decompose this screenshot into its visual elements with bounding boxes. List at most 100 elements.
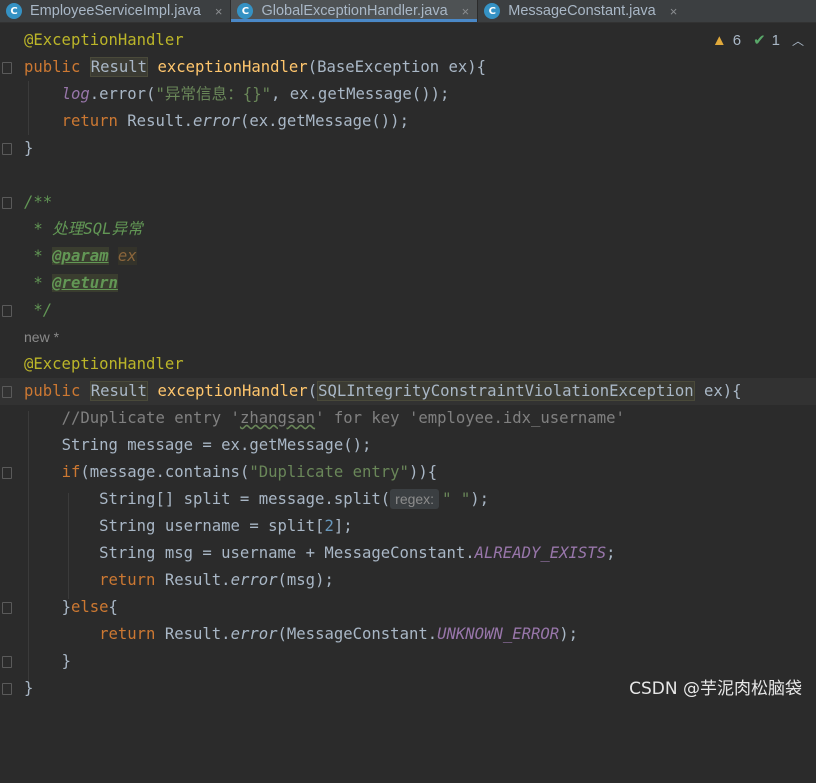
method-name: exceptionHandler	[157, 58, 308, 76]
keyword: return	[61, 112, 118, 130]
watermark: CSDN @芋泥肉松脑袋	[629, 679, 802, 699]
code-text: Result.	[155, 625, 231, 643]
code-text: (MessageConstant.	[277, 625, 438, 643]
code-line[interactable]: return Result.error(MessageConstant.UNKN…	[0, 621, 816, 648]
code-text: }	[61, 652, 71, 670]
fold-marker-icon[interactable]	[2, 602, 12, 614]
doc-tag: @return	[52, 274, 118, 292]
keyword: if	[61, 463, 81, 481]
code-text: {	[108, 598, 118, 616]
close-icon[interactable]: ×	[462, 4, 470, 19]
author-hint[interactable]: new *	[24, 329, 59, 345]
fold-marker-icon[interactable]	[2, 386, 12, 398]
static-constant: UNKNOWN_ERROR	[437, 625, 560, 643]
code-text: (ex.getMessage());	[239, 112, 409, 130]
code-line[interactable]: * @return	[0, 270, 816, 297]
code-text: }	[24, 679, 34, 697]
tab-global-exception-handler[interactable]: C GlobalExceptionHandler.java ×	[231, 0, 478, 22]
code-text: String username = split[	[99, 517, 325, 535]
code-editor[interactable]: ▲ 6 ✔ 1 ︿ @ExceptionHandler public Resul…	[0, 27, 816, 709]
code-text: )){	[408, 463, 438, 481]
code-text: );	[470, 490, 490, 508]
code-line[interactable]: }	[0, 135, 816, 162]
code-line[interactable]: }else{	[0, 594, 816, 621]
code-text: Result.	[117, 112, 194, 130]
fold-marker-icon[interactable]	[2, 143, 12, 155]
code-text: String msg = username + MessageConstant.	[99, 544, 475, 562]
code-text: (msg);	[277, 571, 334, 589]
fold-marker-icon[interactable]	[2, 62, 12, 74]
code-text: , ex.getMessage());	[270, 85, 450, 103]
close-icon[interactable]: ×	[670, 4, 678, 19]
tab-message-constant[interactable]: C MessageConstant.java ×	[478, 0, 685, 22]
code-text: }	[24, 139, 34, 157]
parameter-hint: regex:	[390, 489, 440, 509]
java-class-icon: C	[237, 3, 254, 19]
code-line[interactable]: String[] split = message.split(regex: " "…	[0, 486, 816, 513]
code-line[interactable]: return Result.error(msg);	[0, 567, 816, 594]
code-line[interactable]: String username = split[2];	[0, 513, 816, 540]
line-comment: zhangsan	[239, 409, 316, 427]
code-text: (	[307, 382, 318, 400]
code-line[interactable]: */	[0, 297, 816, 324]
code-text: (BaseException ex){	[307, 58, 487, 76]
keyword: public	[24, 382, 81, 400]
fold-marker-icon[interactable]	[2, 683, 12, 695]
code-line[interactable]: public Result exceptionHandler(BaseExcep…	[0, 54, 816, 81]
code-line[interactable]	[0, 162, 816, 189]
string-literal: " "	[442, 490, 471, 508]
java-class-icon: C	[6, 3, 22, 19]
static-method: error	[193, 112, 240, 130]
fold-marker-icon[interactable]	[2, 197, 12, 209]
annotation: @ExceptionHandler	[24, 31, 184, 49]
code-line[interactable]: String message = ex.getMessage();	[0, 432, 816, 459]
tab-label: MessageConstant.java	[508, 3, 656, 19]
doc-param-name: ex	[117, 247, 137, 265]
fold-marker-icon[interactable]	[2, 467, 12, 479]
code-line[interactable]: * 处理SQL异常	[0, 216, 816, 243]
keyword: else	[70, 598, 109, 616]
code-line[interactable]: }	[0, 648, 816, 675]
editor-tab-bar: C EmployeeServiceImpl.java × C GlobalExc…	[0, 0, 816, 23]
doc-comment: *	[24, 274, 53, 292]
code-line[interactable]: String msg = username + MessageConstant.…	[0, 540, 816, 567]
annotation: @ExceptionHandler	[24, 355, 184, 373]
fold-marker-icon[interactable]	[2, 656, 12, 668]
static-method: error	[230, 571, 278, 589]
code-text: (message.contains(	[80, 463, 250, 481]
tab-label: GlobalExceptionHandler.java	[261, 3, 448, 19]
number-literal: 2	[324, 517, 334, 535]
code-text: );	[559, 625, 578, 643]
code-text: }	[61, 598, 71, 616]
code-line: new *	[0, 324, 816, 351]
code-text: ex){	[694, 382, 742, 400]
code-line[interactable]: return Result.error(ex.getMessage());	[0, 108, 816, 135]
doc-comment: /**	[24, 193, 53, 211]
doc-comment: */	[24, 301, 53, 319]
type-name: Result	[89, 57, 149, 77]
code-line-current[interactable]: public Result exceptionHandler(SQLIntegr…	[0, 378, 816, 405]
static-method: error	[230, 625, 278, 643]
code-line[interactable]: //Duplicate entry 'zhangsan' for key 'em…	[0, 405, 816, 432]
tab-label: EmployeeServiceImpl.java	[30, 3, 201, 19]
code-line[interactable]: @ExceptionHandler	[0, 351, 816, 378]
code-text: .error(	[89, 85, 156, 103]
code-line[interactable]: log.error("异常信息：{}", ex.getMessage());	[0, 81, 816, 108]
field-ref: log	[61, 85, 90, 103]
code-text: ;	[606, 544, 616, 562]
doc-comment: * 处理SQL异常	[24, 220, 143, 238]
close-icon[interactable]: ×	[215, 4, 223, 19]
doc-comment: *	[24, 247, 53, 265]
code-text: String[] split = message.split(	[99, 490, 391, 508]
tab-employee-service-impl[interactable]: C EmployeeServiceImpl.java ×	[0, 0, 230, 22]
code-line[interactable]: * @param ex	[0, 243, 816, 270]
fold-marker-icon[interactable]	[2, 305, 12, 317]
code-line[interactable]: /**	[0, 189, 816, 216]
keyword: public	[24, 58, 81, 76]
line-comment: //Duplicate entry '	[61, 409, 240, 427]
static-constant: ALREADY_EXISTS	[474, 544, 607, 562]
code-line[interactable]: if(message.contains("Duplicate entry")){	[0, 459, 816, 486]
keyword: return	[99, 571, 156, 589]
type-name: Result	[89, 381, 149, 401]
code-line[interactable]: @ExceptionHandler	[0, 27, 816, 54]
